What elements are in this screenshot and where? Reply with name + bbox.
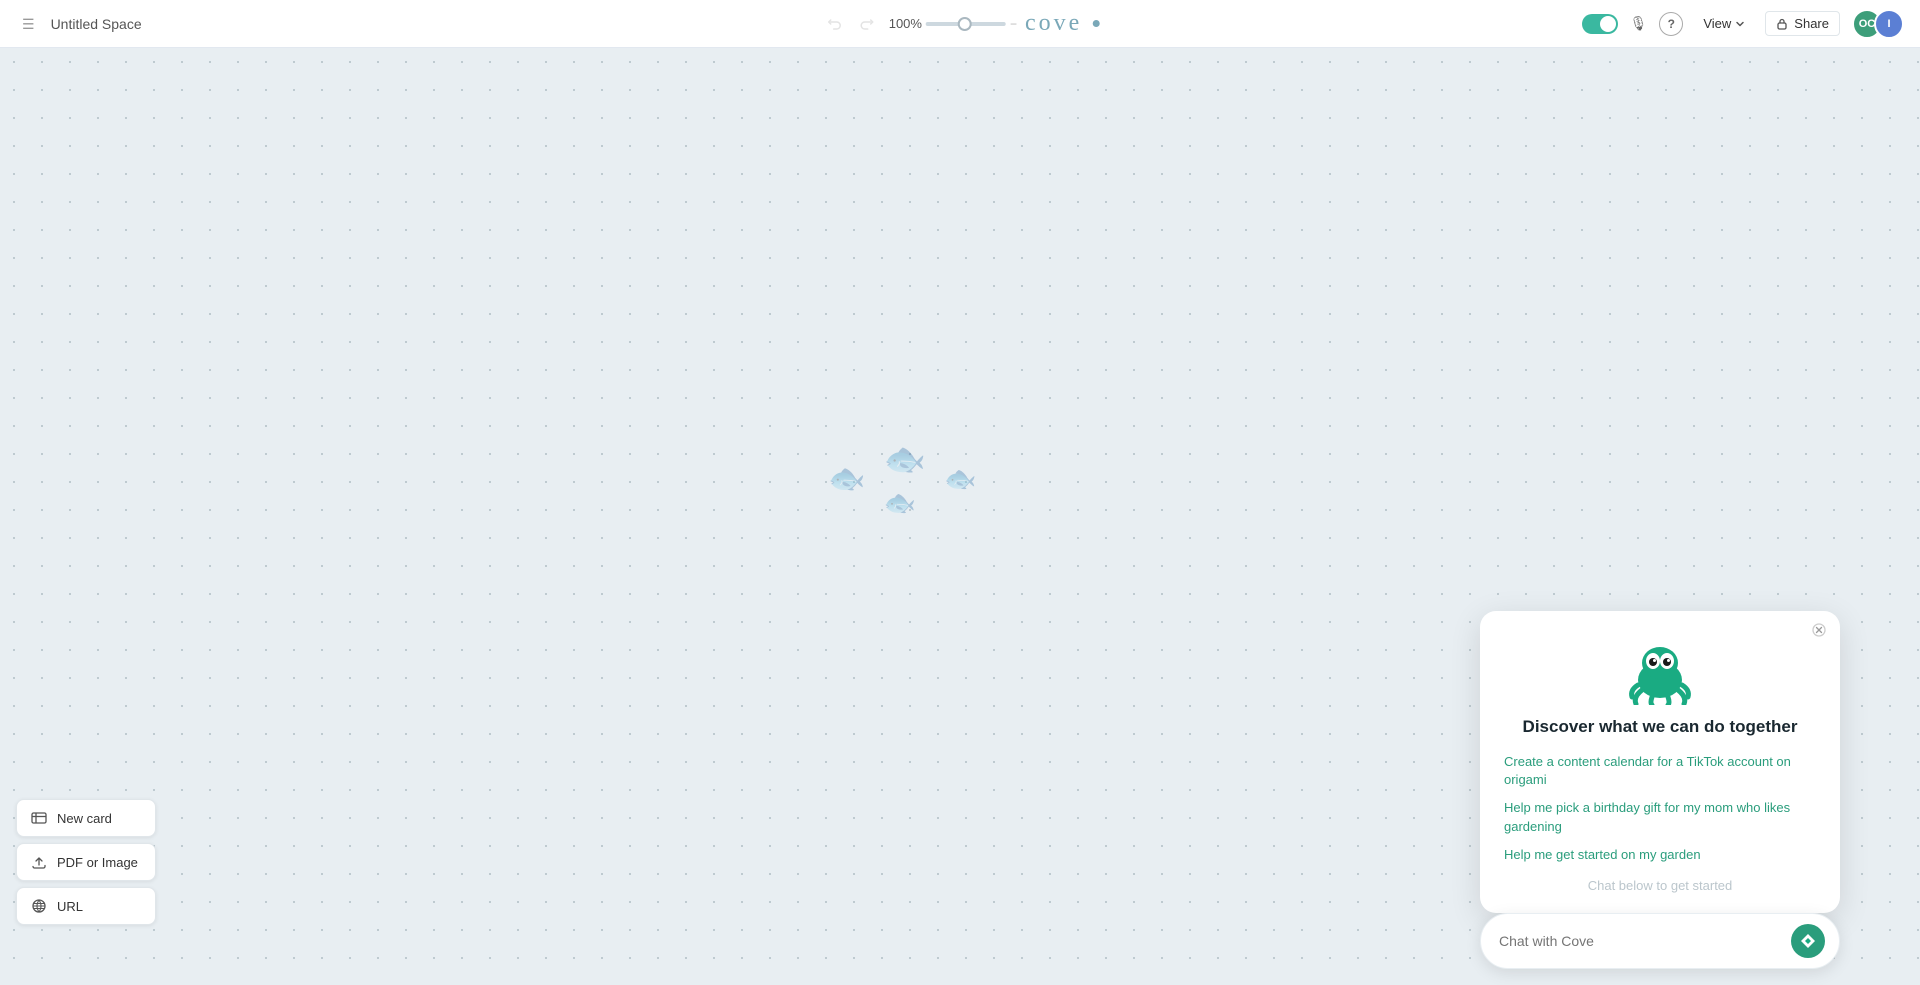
fish-icon-4: 🐟 <box>944 464 976 495</box>
zoom-minus-icon: − <box>1010 17 1017 31</box>
cove-mascot <box>1504 635 1816 705</box>
topbar: ☰ Untitled Space 100% − cove <box>0 0 1920 48</box>
cove-panel-title: Discover what we can do together <box>1504 717 1816 737</box>
chevron-down-icon <box>1735 19 1745 29</box>
chat-send-button[interactable] <box>1791 924 1825 958</box>
chat-input-bar <box>1480 913 1840 969</box>
suggestion-2[interactable]: Help me pick a birthday gift for my mom … <box>1504 799 1816 835</box>
view-button[interactable]: View <box>1695 12 1753 35</box>
fish-decoration: 🐟 🐟 🐟 🐟 <box>828 440 976 519</box>
fish-icon-3: 🐟 <box>884 488 926 519</box>
cove-logo: cove <box>1025 10 1082 37</box>
panel-close-button[interactable] <box>1812 623 1826 640</box>
zoom-control: 100% − <box>889 16 1017 31</box>
pdf-image-button[interactable]: PDF or Image <box>16 843 156 881</box>
new-card-button[interactable]: New card <box>16 799 156 837</box>
zoom-slider[interactable] <box>926 22 1006 26</box>
topbar-center: 100% − cove <box>821 10 1100 37</box>
new-card-icon <box>31 810 47 826</box>
avatar-group: OC I <box>1852 9 1904 39</box>
menu-button[interactable]: ☰ <box>16 13 41 35</box>
upload-icon <box>31 854 47 870</box>
undo-redo-group <box>821 12 881 36</box>
avatar-i: I <box>1874 9 1904 39</box>
diamond-icon <box>1800 933 1816 949</box>
undo-button[interactable] <box>821 12 849 36</box>
fish-icon-2: 🐟 <box>884 440 926 480</box>
suggestion-3[interactable]: Help me get started on my garden <box>1504 846 1816 864</box>
redo-button[interactable] <box>853 12 881 36</box>
mode-toggle[interactable] <box>1582 14 1618 34</box>
topbar-right: 🎙 ? View Share OC I <box>1582 9 1904 39</box>
bottom-toolbar: New card PDF or Image URL <box>16 799 156 925</box>
topbar-left: ☰ Untitled Space <box>16 13 1574 35</box>
close-icon <box>1812 623 1826 637</box>
url-button[interactable]: URL <box>16 887 156 925</box>
space-title: Untitled Space <box>51 16 142 32</box>
share-button[interactable]: Share <box>1765 11 1840 36</box>
mic-icon: 🎙 <box>1630 15 1648 32</box>
fish-icon-1: 🐟 <box>828 462 865 497</box>
chat-input[interactable] <box>1499 933 1791 949</box>
fish-cluster: 🐟 🐟 <box>884 440 926 519</box>
lock-icon <box>1776 18 1788 30</box>
help-button[interactable]: ? <box>1659 12 1683 36</box>
cove-mascot-svg <box>1620 635 1700 705</box>
suggestion-1[interactable]: Create a content calendar for a TikTok a… <box>1504 753 1816 789</box>
zoom-level: 100% <box>889 16 922 31</box>
globe-icon <box>31 898 47 914</box>
logo-dot-icon <box>1092 20 1099 27</box>
cove-panel: Discover what we can do together Create … <box>1480 611 1840 913</box>
cove-hint: Chat below to get started <box>1504 878 1816 893</box>
